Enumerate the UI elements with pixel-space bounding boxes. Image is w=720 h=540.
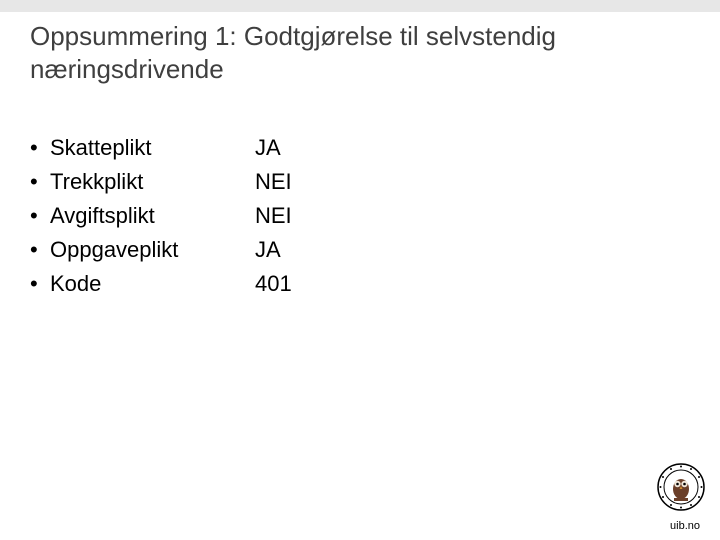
top-bar — [0, 0, 720, 12]
item-label: Avgiftsplikt — [50, 203, 255, 229]
list-item: • Kode 401 — [30, 271, 690, 297]
bullet-icon: • — [30, 271, 50, 297]
item-value: NEI — [255, 203, 292, 229]
list-item: • Skatteplikt JA — [30, 135, 690, 161]
slide-title: Oppsummering 1: Godtgjørelse til selvste… — [30, 20, 690, 85]
item-value: 401 — [255, 271, 292, 297]
bullet-icon: • — [30, 169, 50, 195]
summary-list: • Skatteplikt JA • Trekkplikt NEI • Avgi… — [30, 135, 690, 305]
item-label: Kode — [50, 271, 255, 297]
footer-url: uib.no — [670, 520, 700, 532]
university-seal-icon — [656, 462, 706, 512]
item-label: Oppgaveplikt — [50, 237, 255, 263]
bullet-icon: • — [30, 237, 50, 263]
list-item: • Trekkplikt NEI — [30, 169, 690, 195]
bullet-icon: • — [30, 135, 50, 161]
list-item: • Avgiftsplikt NEI — [30, 203, 690, 229]
item-value: JA — [255, 237, 281, 263]
item-value: JA — [255, 135, 281, 161]
item-value: NEI — [255, 169, 292, 195]
list-item: • Oppgaveplikt JA — [30, 237, 690, 263]
item-label: Trekkplikt — [50, 169, 255, 195]
bullet-icon: • — [30, 203, 50, 229]
item-label: Skatteplikt — [50, 135, 255, 161]
